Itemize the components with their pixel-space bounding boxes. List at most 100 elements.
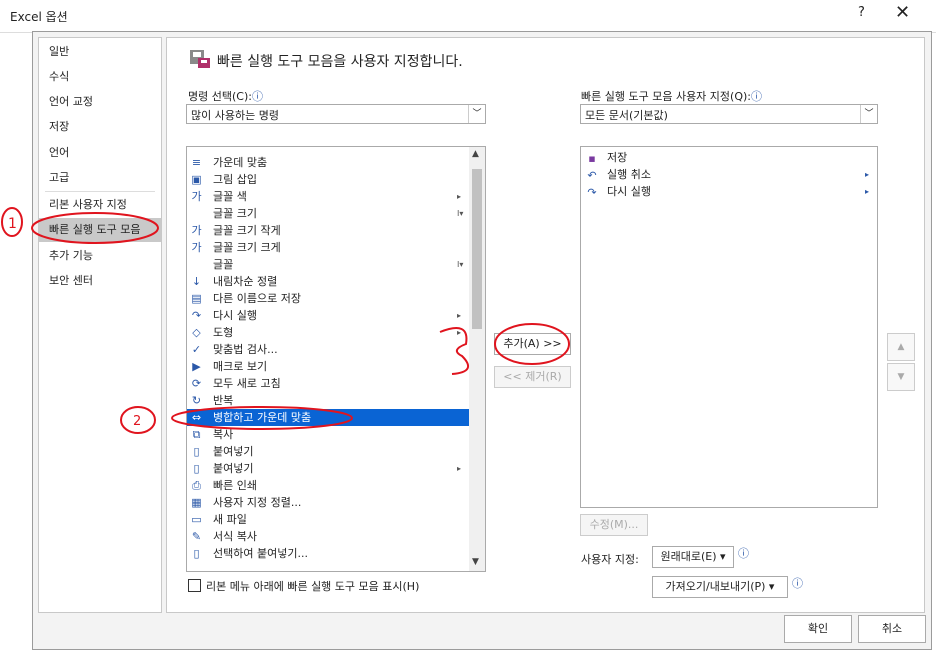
qat-item-label: 실행 취소 bbox=[607, 168, 651, 181]
nav-item[interactable]: 일반 bbox=[39, 40, 161, 64]
commands-list[interactable]: ▯ 선택하여 붙여넣기... ✎ 서식 복사 ▭ 새 파일 ▦ 사용자 지정 정렬... ⎙ 빠른… bbox=[186, 146, 486, 572]
command-label: 다른 이름으로 저장 bbox=[213, 292, 301, 305]
command-item[interactable]: 가 글꼴 크기 크게 bbox=[187, 239, 469, 256]
command-label: 맞춤법 검사... bbox=[213, 343, 278, 356]
customize-qat-combo[interactable]: 모든 문서(기본값) ﹀ bbox=[580, 104, 878, 124]
nav-item[interactable]: 언어 교정 bbox=[39, 90, 161, 114]
command-item[interactable]: ✓ 맞춤법 검사... bbox=[187, 341, 469, 358]
options-nav: 일반 수식 언어 교정 저장 언어 고급리본 사용자 지정 빠른 실행 도구 모음 추가 기능… bbox=[38, 37, 162, 613]
show-below-ribbon-checkbox[interactable] bbox=[188, 579, 201, 592]
copy-icon: ⧉ bbox=[192, 428, 201, 441]
show-below-ribbon-label: 리본 메뉴 아래에 빠른 실행 도구 모음 표시(H) bbox=[206, 580, 420, 593]
reset-button[interactable]: 원래대로(E) ▾ bbox=[652, 546, 734, 568]
command-label: 내림차순 정렬 bbox=[213, 275, 278, 288]
command-label: 반복 bbox=[213, 394, 234, 407]
submenu-indicator: I▾ bbox=[457, 209, 464, 218]
command-label: 붙여넣기 bbox=[213, 445, 254, 458]
nav-item[interactable]: 수식 bbox=[39, 65, 161, 89]
excel-options-dialog: Excel 옵션 ? ✕ 일반 수식 언어 교정 저장 언어 고급 리본 사용자 지정 빠른 … bbox=[0, 0, 936, 652]
qat-items-list[interactable]: ▪ 저장 ↶ 실행 취소 ▸ ↷ 다시 실행 ▸ bbox=[580, 146, 878, 508]
info-icon: ⓘ bbox=[251, 90, 263, 103]
redo-icon: ↷ bbox=[191, 309, 202, 322]
sort-desc-icon: ↓ bbox=[191, 275, 202, 288]
command-item[interactable]: ▯ 붙여넣기 bbox=[187, 443, 469, 460]
customize-qat-label: 빠른 실행 도구 모음 사용자 지정(Q):ⓘ bbox=[581, 90, 762, 103]
command-item[interactable]: 글꼴 크기 I▾ bbox=[187, 205, 469, 222]
submenu-indicator: I▾ bbox=[457, 260, 464, 269]
add-button[interactable]: 추가(A) >> bbox=[494, 333, 571, 355]
qat-item[interactable]: ↶ 실행 취소 ▸ bbox=[581, 166, 877, 183]
scroll-thumb[interactable] bbox=[472, 169, 482, 329]
submenu-indicator: ▸ bbox=[457, 464, 462, 473]
command-item[interactable]: ⎙ 빠른 인쇄 bbox=[187, 477, 469, 494]
command-item[interactable]: ↻ 반복 bbox=[187, 392, 469, 409]
close-button[interactable]: ✕ bbox=[895, 2, 910, 23]
command-label: 매크로 보기 bbox=[213, 360, 268, 373]
command-label: 글꼴 크기 크게 bbox=[213, 241, 281, 254]
nav-separator bbox=[45, 191, 155, 192]
command-item[interactable]: ▣ 그림 삽입 bbox=[187, 171, 469, 188]
choose-commands-combo[interactable]: 많이 사용하는 명령 ﹀ bbox=[186, 104, 486, 124]
command-label: 글꼴 색 bbox=[213, 190, 247, 203]
custom-sort-icon: ▦ bbox=[191, 496, 202, 509]
font-color-icon: 가 bbox=[191, 190, 202, 203]
nav-item[interactable]: 언어 bbox=[39, 141, 161, 165]
qat-item-label: 다시 실행 bbox=[607, 185, 651, 198]
import-export-button[interactable]: 가져오기/내보내기(P) ▾ bbox=[652, 576, 788, 598]
ok-button[interactable]: 확인 bbox=[784, 615, 852, 643]
command-label: 사용자 지정 정렬... bbox=[213, 496, 302, 509]
nav-item[interactable]: 보안 센터 bbox=[39, 269, 161, 293]
command-label: 붙여넣기 bbox=[213, 462, 254, 475]
command-item[interactable]: 가 글꼴 크기 작게 bbox=[187, 222, 469, 239]
modify-button[interactable]: 수정(M)... bbox=[580, 514, 648, 536]
paste-icon: ▯ bbox=[193, 462, 200, 475]
command-item[interactable]: 글꼴 I▾ bbox=[187, 256, 469, 273]
command-label: 새 파일 bbox=[213, 513, 247, 526]
move-up-button[interactable]: ▲ bbox=[887, 333, 915, 361]
nav-item[interactable]: 리본 사용자 지정 bbox=[39, 193, 161, 217]
font-icon bbox=[189, 257, 204, 272]
commands-scrollbar[interactable]: ▲ ▼ bbox=[469, 147, 485, 571]
command-item[interactable]: ↓ 내림차순 정렬 bbox=[187, 273, 469, 290]
nav-item[interactable]: 빠른 실행 도구 모음 bbox=[39, 218, 161, 242]
submenu-indicator: ▸ bbox=[457, 328, 462, 337]
command-item[interactable]: ⧉ 복사 bbox=[187, 426, 469, 443]
command-item[interactable]: ▤ 다른 이름으로 저장 bbox=[187, 290, 469, 307]
command-item[interactable]: ⇔ 병합하고 가운데 맞춤 bbox=[187, 409, 469, 426]
nav-item[interactable]: 저장 bbox=[39, 115, 161, 139]
command-item[interactable]: ⟳ 모두 새로 고침 bbox=[187, 375, 469, 392]
qat-item[interactable]: ▪ 저장 bbox=[581, 149, 877, 166]
nav-item[interactable]: 추가 기능 bbox=[39, 244, 161, 268]
help-button[interactable]: ? bbox=[858, 5, 865, 20]
scroll-up-icon[interactable]: ▲ bbox=[472, 149, 479, 159]
qat-item[interactable]: ↷ 다시 실행 ▸ bbox=[581, 183, 877, 200]
command-item[interactable]: ▶ 매크로 보기 bbox=[187, 358, 469, 375]
command-label: 글꼴 bbox=[213, 258, 234, 271]
command-item[interactable]: ◇ 도형 ▸ bbox=[187, 324, 469, 341]
chevron-down-icon: ﹀ bbox=[860, 105, 877, 123]
nav-item[interactable]: 고급 bbox=[39, 166, 161, 190]
command-item[interactable]: ▯ 선택하여 붙여넣기... bbox=[187, 545, 469, 562]
macro-icon: ▶ bbox=[192, 360, 201, 373]
command-item[interactable]: ▯ 붙여넣기 ▸ bbox=[187, 460, 469, 477]
command-label: 글꼴 크기 작게 bbox=[213, 224, 281, 237]
command-item[interactable]: ↷ 다시 실행 ▸ bbox=[187, 307, 469, 324]
save-icon: ▪ bbox=[588, 152, 596, 165]
command-label: 그림 삽입 bbox=[213, 173, 257, 186]
command-item[interactable]: 가 글꼴 색 ▸ bbox=[187, 188, 469, 205]
merge-center-icon: ⇔ bbox=[191, 411, 202, 424]
cancel-button[interactable]: 취소 bbox=[858, 615, 926, 643]
scroll-down-icon[interactable]: ▼ bbox=[472, 557, 479, 567]
command-label: 빠른 인쇄 bbox=[213, 479, 257, 492]
command-item[interactable]: ▭ 새 파일 bbox=[187, 511, 469, 528]
command-item[interactable]: ▦ 사용자 지정 정렬... bbox=[187, 494, 469, 511]
spellcheck-icon: ✓ bbox=[191, 343, 202, 356]
move-down-button[interactable]: ▼ bbox=[887, 363, 915, 391]
command-label: 모두 새로 고침 bbox=[213, 377, 281, 390]
repeat-icon: ↻ bbox=[191, 394, 202, 407]
format-painter-icon: ✎ bbox=[191, 530, 202, 543]
remove-button[interactable]: << 제거(R) bbox=[494, 366, 571, 388]
command-item[interactable]: ✎ 서식 복사 bbox=[187, 528, 469, 545]
page-headline: 빠른 실행 도구 모음을 사용자 지정합니다. bbox=[217, 54, 463, 70]
command-item[interactable]: ≡ 가운데 맞춤 bbox=[187, 154, 469, 171]
